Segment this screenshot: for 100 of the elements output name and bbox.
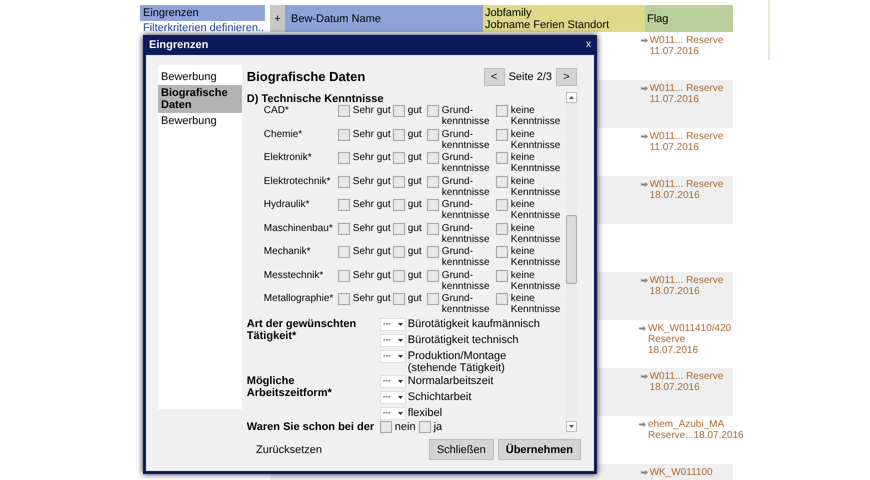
checkbox[interactable] [338, 152, 350, 164]
flag-text: W011... Reserve 18.07.2016 [650, 275, 724, 297]
checkbox[interactable] [496, 222, 508, 234]
skill-label: Maschinenbau* [264, 222, 334, 236]
option-label: Bürotätigkeit kaufmännisch [408, 318, 541, 330]
checkbox[interactable] [496, 246, 508, 258]
close-button[interactable]: x [586, 40, 591, 50]
arrow-icon [640, 278, 648, 283]
checkbox[interactable] [426, 222, 439, 234]
skill-label: Hydraulik* [264, 199, 310, 212]
next-button[interactable]: > [556, 68, 577, 86]
option-label: Sehr gut [352, 152, 391, 165]
column-header: Jobfamily Jobname Ferien Standort [483, 5, 645, 32]
option-label: Bürotätigkeit technisch [408, 334, 520, 346]
dropdown[interactable]: --- [380, 406, 406, 420]
flag-text: W011... Reserve 18.07.2016 [650, 179, 724, 201]
previous-button[interactable]: < [484, 68, 505, 86]
checkbox[interactable] [392, 128, 405, 140]
option-label: Grund- kenntnisse [442, 152, 491, 176]
checkbox[interactable] [338, 293, 350, 305]
nav-item[interactable]: Bewerbung [158, 113, 242, 129]
dialog-button[interactable]: Übernehmen [498, 439, 581, 460]
scrollbar-thumb[interactable] [566, 215, 577, 284]
nav-item[interactable]: Bewerbung [158, 69, 242, 85]
nav-item[interactable]: Biografische Daten [158, 85, 242, 113]
option-label: Grund- kenntnisse [442, 128, 491, 152]
checkbox[interactable] [496, 152, 508, 164]
checkbox[interactable] [392, 246, 405, 258]
scrollbar[interactable] [566, 92, 577, 432]
option-label: Grund- kenntnisse [442, 246, 491, 270]
option-label: Grund- kenntnisse [442, 293, 491, 316]
skill-label: Chemie* [264, 128, 304, 142]
option-label: gut [408, 270, 422, 282]
arrow-icon [640, 38, 648, 43]
dropdown[interactable]: --- [380, 350, 406, 362]
caret-icon [398, 338, 403, 342]
option-label: gut [408, 246, 422, 259]
option-label: Grund- kenntnisse [442, 199, 491, 222]
checkbox[interactable] [496, 293, 508, 305]
checkbox[interactable] [392, 222, 405, 234]
caret-icon [398, 396, 403, 398]
checkbox[interactable] [392, 176, 405, 188]
arrow-icon [640, 470, 648, 475]
option-label: gut [408, 222, 422, 236]
flag-text: ehem_Azubi_MA Reserve...18.07.2016 [648, 419, 744, 441]
skill-label: Metallographie* [264, 293, 334, 306]
checkbox[interactable] [418, 420, 431, 432]
checkbox[interactable] [496, 105, 508, 117]
checkbox[interactable] [338, 105, 350, 117]
flag-text: WK_W011410/420 Reserve 18.07.2016 [648, 323, 732, 356]
checkbox[interactable] [426, 176, 439, 188]
option-label: Sehr gut [352, 246, 391, 259]
checkbox[interactable] [426, 128, 439, 140]
checkbox[interactable] [338, 128, 350, 140]
checkbox[interactable] [426, 246, 439, 258]
dialog-title: Eingrenzen [149, 39, 208, 51]
dialog-button[interactable]: Schließen [428, 439, 494, 460]
option-label: Schichtarbeit [408, 390, 472, 404]
checkbox[interactable] [392, 270, 405, 282]
checkbox[interactable] [426, 105, 439, 117]
option-label: Grund- kenntnisse [442, 270, 491, 293]
page-indicator: Seite 2/3 [508, 71, 552, 83]
option-label: Grund- kenntnisse [442, 176, 491, 199]
reset-link[interactable]: Zurücksetzen [256, 444, 322, 456]
checkbox[interactable] [496, 270, 508, 282]
column-header: Flag [645, 5, 733, 32]
option-label: Sehr gut [352, 105, 391, 118]
dropdown[interactable]: --- [380, 318, 406, 330]
checkbox[interactable] [426, 152, 439, 164]
flag-text: W011... Reserve 11.07.2016 [650, 131, 724, 153]
checkbox[interactable] [338, 222, 350, 234]
flag-text: W011... Reserve 11.07.2016 [650, 83, 724, 105]
checkbox[interactable] [496, 128, 508, 140]
checkbox[interactable] [392, 293, 405, 305]
checkbox[interactable] [338, 270, 350, 282]
checkbox[interactable] [496, 176, 508, 188]
checkbox[interactable] [426, 270, 439, 282]
checkbox[interactable] [338, 246, 350, 258]
dropdown[interactable]: --- [380, 374, 406, 388]
checkbox[interactable] [338, 199, 350, 211]
option-label: Sehr gut [352, 199, 391, 212]
option-label: keine Kenntnisse [510, 293, 562, 316]
option-label: flexibel [408, 406, 444, 420]
dropdown[interactable]: --- [380, 390, 406, 404]
option-label: Sehr gut [352, 293, 391, 306]
option-label: Grund- kenntnisse [442, 222, 491, 246]
checkbox[interactable] [496, 199, 508, 211]
page-heading: Biografische Daten [246, 71, 366, 83]
arrow-icon [640, 86, 648, 91]
checkbox[interactable] [392, 152, 405, 164]
dropdown[interactable]: --- [380, 334, 406, 346]
option-label: gut [408, 105, 422, 118]
arrow-icon [640, 182, 648, 187]
checkbox[interactable] [426, 199, 439, 211]
checkbox[interactable] [426, 293, 439, 305]
checkbox[interactable] [392, 105, 405, 117]
checkbox[interactable] [338, 176, 350, 188]
checkbox[interactable] [380, 420, 392, 432]
checkbox[interactable] [392, 199, 405, 211]
arrow-icon [639, 326, 646, 331]
